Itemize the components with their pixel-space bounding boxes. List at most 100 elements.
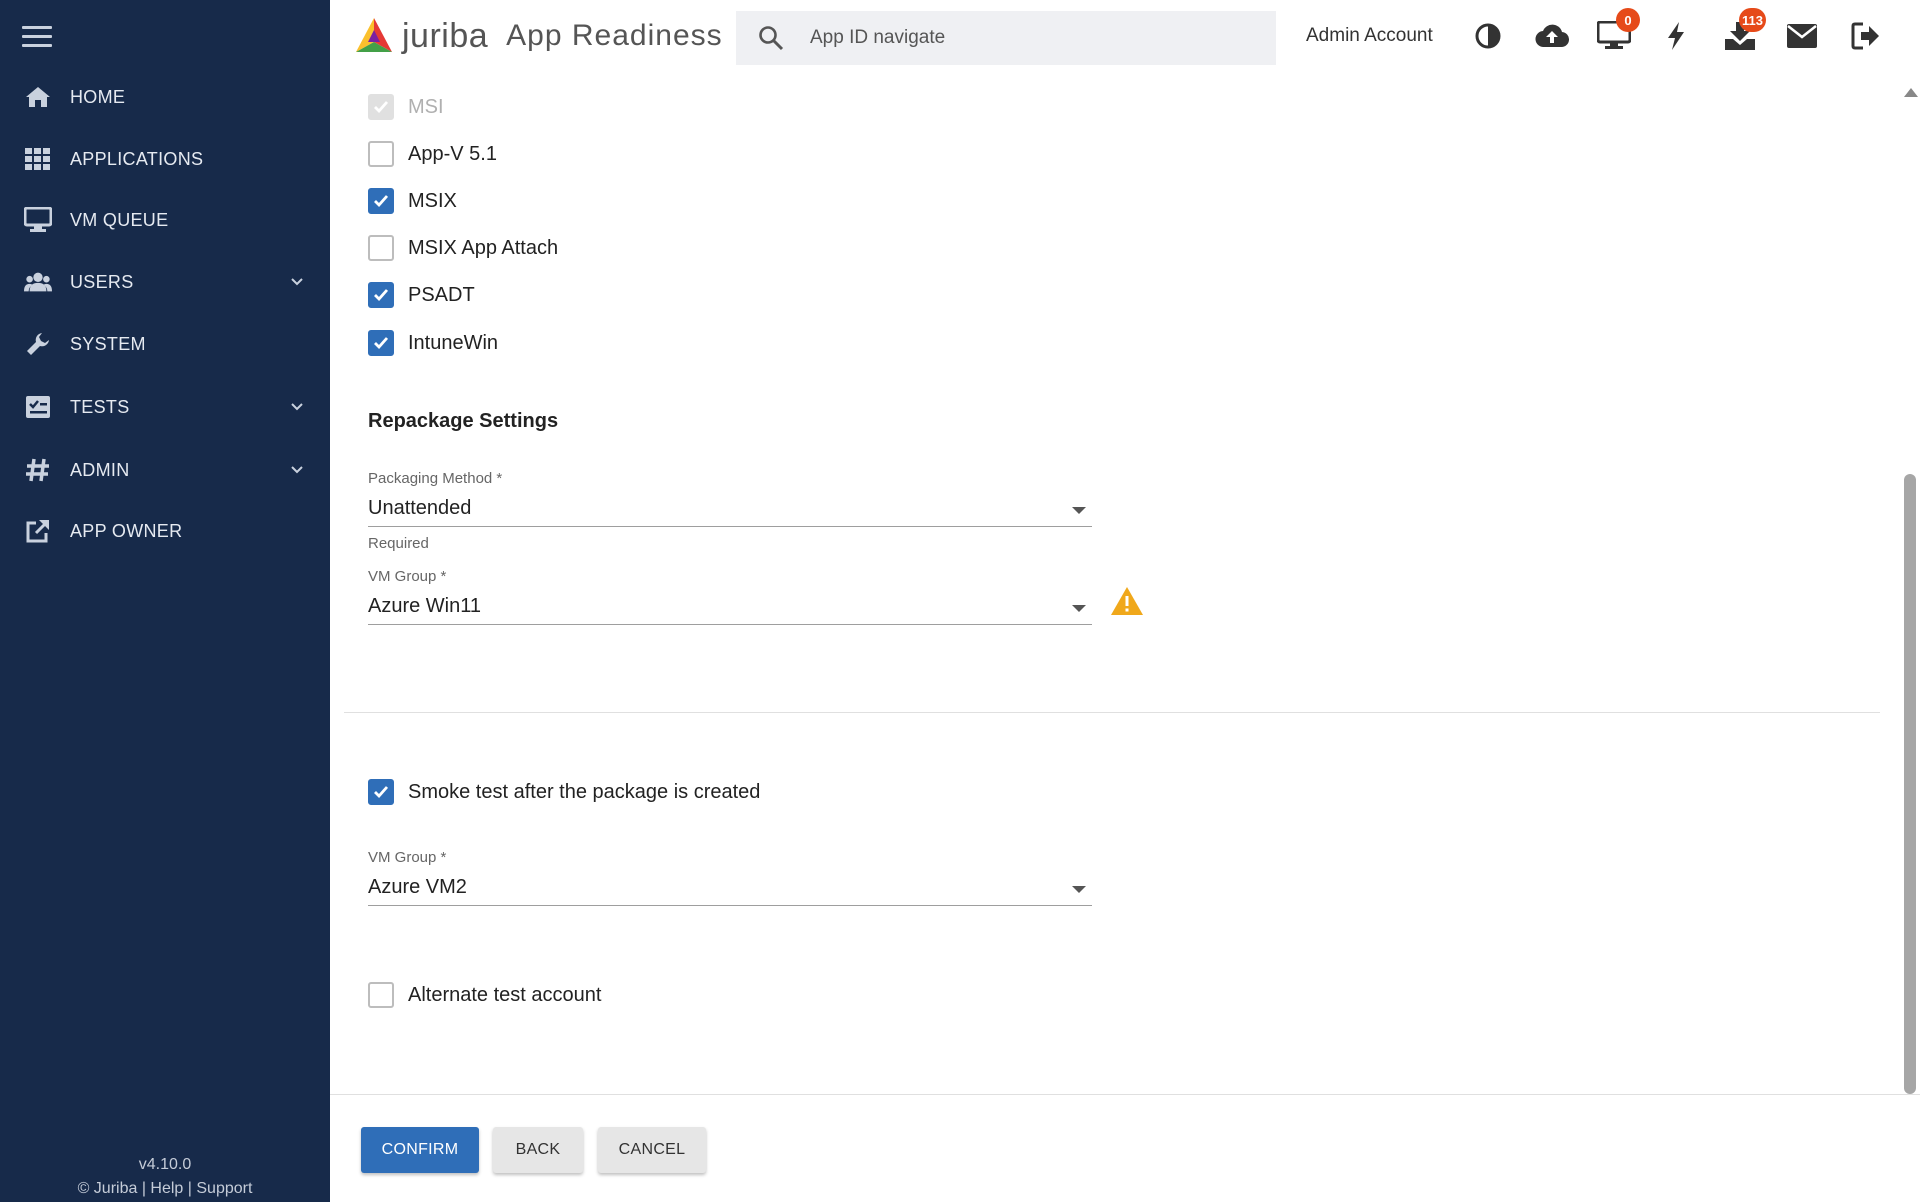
checkbox-label: Alternate test account [408,983,602,1006]
smoke-test-checkbox[interactable]: Smoke test after the package is created [368,779,760,805]
field-value: Azure VM2 [368,876,467,898]
checkbox[interactable] [368,188,394,214]
sidebar-item-label: USERS [70,271,134,292]
packaging-method-field: Packaging Method * Unattended Required [368,470,1092,552]
checkbox-label: MSIX [408,189,457,212]
sidebar-item-label: APPLICATIONS [70,148,204,169]
home-icon [24,83,52,111]
separator: | [137,1180,151,1197]
app-search-bar [736,11,1276,65]
checkbox-label: Smoke test after the package is created [408,780,761,803]
download-count-badge: 113 [1739,8,1766,32]
sidebar-item-admin[interactable]: ADMIN [0,445,330,495]
sidebar: HOME APPLICATIONS VM QUEUE USERS SYSTEM … [0,0,330,1202]
checkbox[interactable] [368,235,394,261]
checkbox[interactable] [368,141,394,167]
cancel-button[interactable]: CANCEL [598,1127,706,1173]
chevron-down-icon [291,466,303,474]
help-link[interactable]: Help [150,1180,183,1197]
field-hint: Required [368,535,429,552]
sidebar-item-applications[interactable]: APPLICATIONS [0,134,330,184]
package-options-form: MSI App-V 5.1 MSIX MSIX App Attach PSADT… [330,74,1890,1094]
format-checkbox-msi: MSI [368,94,444,120]
vm-count-badge: 0 [1616,8,1640,32]
sidebar-item-users[interactable]: USERS [0,257,330,307]
monitor-icon[interactable]: 0 [1596,8,1640,54]
format-checkbox-appv[interactable]: App-V 5.1 [368,141,497,167]
warning-icon[interactable] [1110,586,1144,616]
field-value: Unattended [368,497,472,519]
sidebar-item-tests[interactable]: TESTS [0,382,330,432]
sidebar-item-app-owner[interactable]: APP OWNER [0,506,330,556]
checkbox [368,94,394,120]
format-checkbox-intunewin[interactable]: IntuneWin [368,330,498,356]
checkbox[interactable] [368,282,394,308]
field-label: VM Group * [368,568,447,585]
checkbox[interactable] [368,779,394,805]
field-label: VM Group * [368,849,447,866]
external-link-icon [24,517,52,545]
checkbox[interactable] [368,982,394,1008]
sidebar-item-label: ADMIN [70,459,130,480]
search-icon[interactable] [758,25,784,51]
copyright-text: © Juriba [77,1180,138,1197]
checkbox-label: PSADT [408,283,475,306]
menu-toggle-icon[interactable] [22,26,52,48]
checkbox-label: IntuneWin [408,331,499,354]
separator: | [183,1180,197,1197]
smoke-test-vm-group-field: VM Group * Azure VM2 [368,849,1092,906]
cloud-upload-icon[interactable] [1534,18,1570,54]
chevron-down-icon [291,278,303,286]
dropdown-arrow-icon [1072,507,1086,514]
field-label: Packaging Method * [368,470,503,487]
format-checkbox-msix-app-attach[interactable]: MSIX App Attach [368,235,558,261]
format-checkbox-psadt[interactable]: PSADT [368,282,475,308]
back-button[interactable]: BACK [493,1127,583,1173]
logout-icon[interactable] [1848,18,1884,54]
sidebar-item-label: VM QUEUE [70,209,169,230]
download-icon[interactable]: 113 [1722,8,1766,54]
scroll-up-arrow-icon[interactable] [1904,88,1918,97]
checkbox[interactable] [368,330,394,356]
alternate-test-account-checkbox[interactable]: Alternate test account [368,982,601,1008]
app-version: v4.10.0 [138,1156,192,1173]
sidebar-item-label: SYSTEM [70,333,146,354]
checkbox-label: App-V 5.1 [408,142,497,165]
scrollbar-thumb[interactable] [1904,474,1916,1094]
confirm-button[interactable]: CONFIRM [361,1127,479,1173]
chevron-down-icon [291,403,303,411]
vertical-scrollbar[interactable] [1900,74,1920,1094]
sidebar-footer-links: © Juriba | Help | Support [0,1180,330,1198]
sidebar-item-label: TESTS [70,396,130,417]
hash-icon [24,456,52,484]
format-checkbox-msix[interactable]: MSIX [368,188,457,214]
vm-group-select[interactable]: Azure Win11 [368,589,1092,625]
sidebar-item-vm-queue[interactable]: VM QUEUE [0,195,330,245]
smoke-test-vm-group-select[interactable]: Azure VM2 [368,870,1092,906]
account-name[interactable]: Admin Account [1306,25,1433,47]
mail-icon[interactable] [1784,18,1820,54]
app-logo[interactable]: juriba App Readiness [354,10,723,62]
theme-toggle-icon[interactable] [1470,18,1506,54]
packaging-method-select[interactable]: Unattended [368,491,1092,527]
dropdown-arrow-icon [1072,605,1086,612]
section-divider [344,712,1880,713]
checkbox-label: MSIX App Attach [408,236,559,259]
sidebar-item-label: APP OWNER [70,520,183,541]
sidebar-item-home[interactable]: HOME [0,72,330,122]
grid-icon [24,145,52,173]
sidebar-item-label: HOME [70,86,126,107]
monitor-icon [24,206,52,234]
vm-group-field: VM Group * Azure Win11 [368,568,1092,625]
lightning-icon[interactable] [1658,18,1694,54]
search-input[interactable] [810,19,1250,57]
support-link[interactable]: Support [196,1180,252,1197]
dropdown-arrow-icon [1072,886,1086,893]
top-bar: juriba App Readiness Admin Account 0 113 [330,0,1920,74]
brand-name: juriba [402,16,489,55]
sidebar-item-system[interactable]: SYSTEM [0,319,330,369]
juriba-logo-icon [356,18,392,52]
checkbox-label: MSI [408,95,444,118]
wrench-icon [24,330,52,358]
section-title: Repackage Settings [368,410,559,432]
